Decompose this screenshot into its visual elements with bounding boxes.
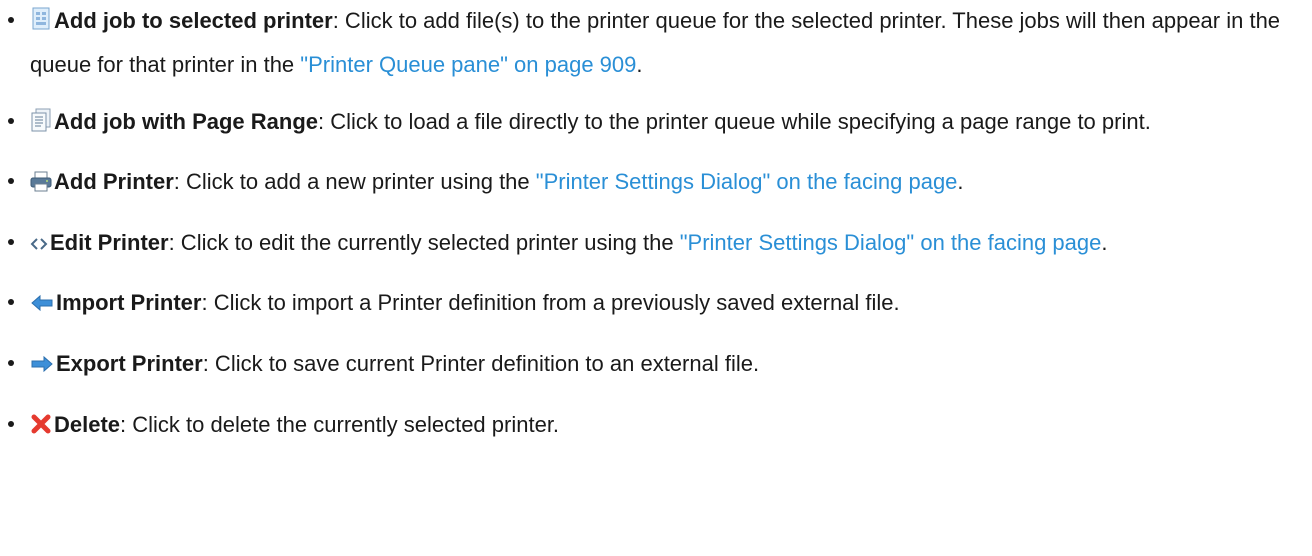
- bullet: [8, 299, 14, 305]
- printer-queue-pane-link[interactable]: "Printer Queue pane" on page 909: [300, 52, 636, 77]
- description-text: : Click to save current Printer definiti…: [202, 351, 760, 376]
- term-label: Add job with Page Range: [54, 109, 319, 134]
- printer-settings-dialog-link[interactable]: "Printer Settings Dialog" on the facing …: [536, 169, 958, 194]
- term-label: Edit Printer: [50, 230, 169, 255]
- import-arrow-left-icon: [30, 285, 54, 326]
- delete-x-icon: [30, 407, 52, 448]
- add-job-page-range-icon: [30, 104, 52, 145]
- description-text: : Click to edit the currently selected p…: [168, 230, 680, 255]
- description-text: : Click to import a Printer definition f…: [201, 290, 900, 315]
- description-text: : Click to load a file directly to the p…: [318, 109, 1151, 134]
- list-item-add-printer: Add Printer: Click to add a new printer …: [8, 161, 1312, 205]
- bullet: [8, 178, 14, 184]
- term-label: Import Printer: [56, 290, 202, 315]
- description-text: : Click to delete the currently selected…: [120, 412, 560, 437]
- term-label: Export Printer: [56, 351, 203, 376]
- list-item-export-printer: Export Printer: Click to save current Pr…: [8, 343, 1312, 387]
- edit-code-icon: [30, 225, 48, 266]
- trailing-punctuation: .: [957, 169, 964, 194]
- bullet: [8, 17, 14, 23]
- list-item-import-printer: Import Printer: Click to import a Printe…: [8, 282, 1312, 326]
- printer-settings-dialog-link[interactable]: "Printer Settings Dialog" on the facing …: [680, 230, 1102, 255]
- export-arrow-right-icon: [30, 346, 54, 387]
- term-label: Add Printer: [54, 169, 174, 194]
- list-item-edit-printer: Edit Printer: Click to edit the currentl…: [8, 222, 1312, 266]
- trailing-punctuation: .: [1101, 230, 1108, 255]
- toolbar-button-descriptions: Add job to selected printer : Click to ad…: [0, 0, 1312, 448]
- list-item-add-job-page-range: Add job with Page Range: Click to load a…: [8, 101, 1312, 145]
- bullet: [8, 360, 14, 366]
- printer-icon: [30, 164, 52, 205]
- bullet: [8, 239, 14, 245]
- description-text: : Click to add a new printer using the: [173, 169, 536, 194]
- bullet: [8, 118, 14, 124]
- bullet: [8, 421, 14, 427]
- trailing-punctuation: .: [636, 52, 643, 77]
- add-job-document-icon: [30, 3, 52, 44]
- term-label: Add job to selected printer: [54, 8, 333, 33]
- list-item-delete: Delete: Click to delete the currently se…: [8, 404, 1312, 448]
- term-label: Delete: [54, 412, 121, 437]
- list-item-add-job: Add job to selected printer: Click to ad…: [8, 0, 1312, 85]
